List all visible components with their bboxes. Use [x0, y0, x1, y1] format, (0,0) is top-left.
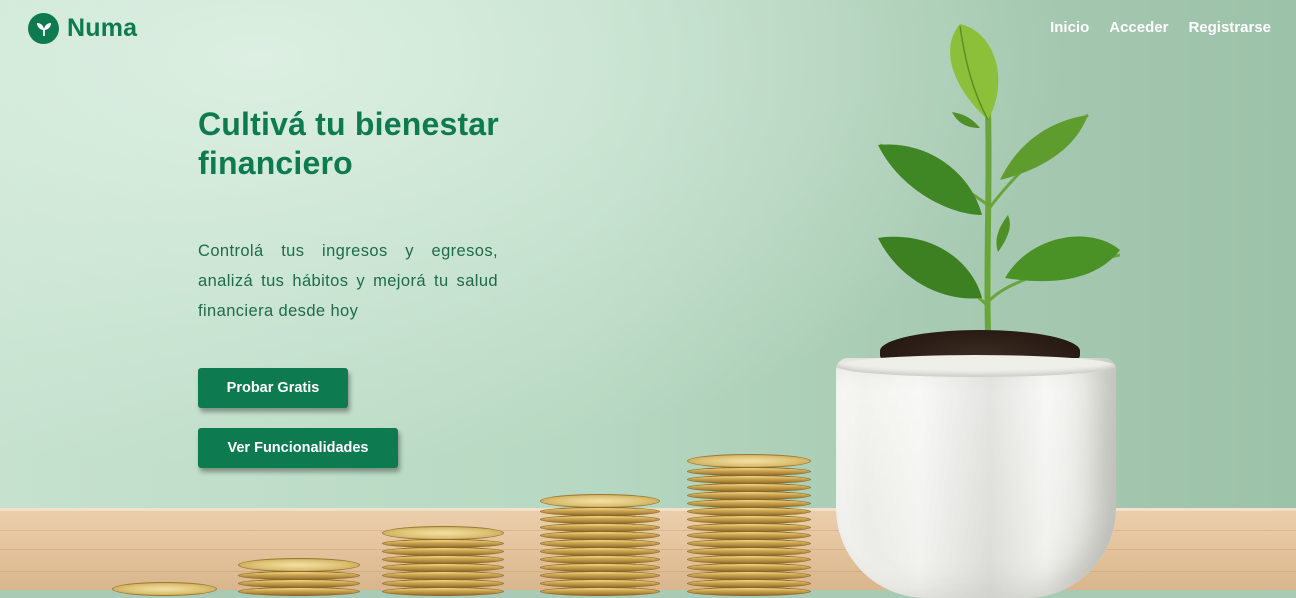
sprout-icon [28, 13, 59, 44]
site-header: Numa Inicio Acceder Registrarse [0, 0, 1296, 60]
view-features-button[interactable]: Ver Funcionalidades [198, 428, 398, 468]
coin-stack [540, 494, 660, 596]
hero-title: Cultivá tu bienestar financiero [198, 106, 499, 181]
coin-stack [112, 582, 217, 596]
marble-pot [836, 358, 1116, 598]
brand-name: Numa [67, 14, 138, 42]
nav-link-inicio[interactable]: Inicio [1050, 19, 1089, 36]
nav-link-acceder[interactable]: Acceder [1109, 19, 1168, 36]
try-free-button[interactable]: Probar Gratis [198, 368, 348, 408]
pot-rim [836, 355, 1116, 377]
main-nav: Inicio Acceder Registrarse [1050, 19, 1271, 36]
hero-background [0, 0, 1296, 598]
coin-stack [687, 454, 811, 596]
coin-stack [238, 558, 360, 596]
sprout-plant-illustration [878, 24, 1121, 333]
nav-link-registrarse[interactable]: Registrarse [1188, 19, 1271, 36]
coin-stack [382, 526, 504, 596]
logo[interactable]: Numa [28, 13, 137, 44]
hero-description: Controlá tus ingresos y egresos, analizá… [198, 242, 498, 320]
